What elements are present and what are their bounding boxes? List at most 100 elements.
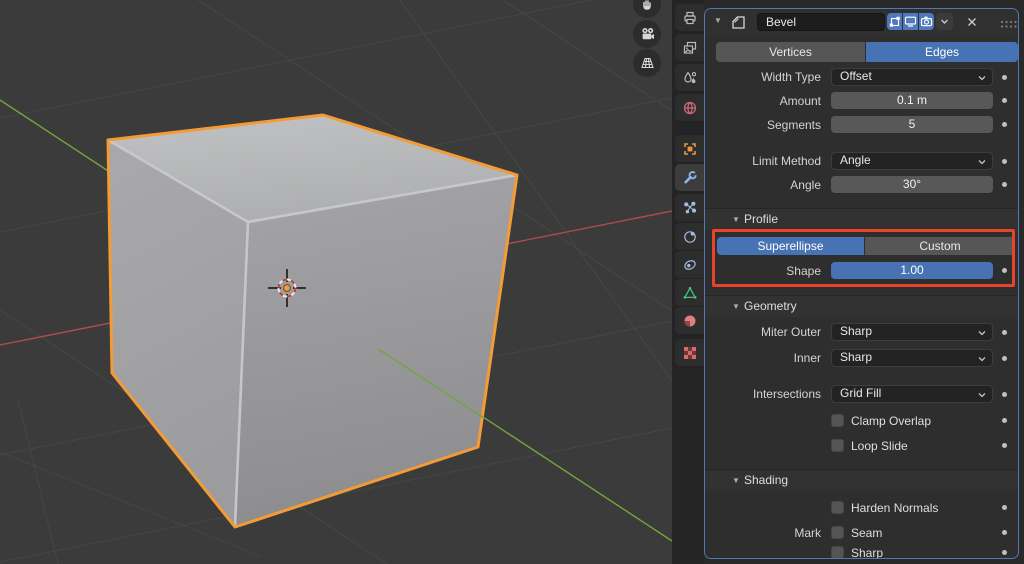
- mark-seam-checkbox[interactable]: [831, 526, 844, 539]
- 3d-viewport[interactable]: [0, 0, 672, 564]
- miter-inner-dropdown[interactable]: Sharp: [831, 349, 993, 367]
- clamp-overlap-checkbox[interactable]: [831, 414, 844, 427]
- miter-inner-label: Inner: [793, 351, 821, 365]
- movie-camera-icon: [641, 28, 654, 40]
- particle-nodes-icon: [683, 201, 696, 213]
- cube-object[interactable]: [106, 113, 519, 529]
- tab-view-layer-properties[interactable]: [675, 34, 704, 61]
- tab-object-data-properties[interactable]: [675, 279, 704, 306]
- camera-view-gizmo[interactable]: [633, 20, 661, 48]
- miter-outer-dropdown[interactable]: Sharp: [831, 323, 993, 341]
- tab-material-properties[interactable]: [675, 307, 704, 334]
- bevel-modifier-icon: [732, 16, 745, 29]
- tab-object-properties[interactable]: [675, 135, 704, 162]
- tab-particle-properties[interactable]: [675, 194, 704, 221]
- loop-slide-row: Loop Slide: [831, 437, 993, 454]
- shading-section-title: Shading: [744, 473, 789, 487]
- animate-dot[interactable]: [1002, 98, 1007, 103]
- loop-slide-checkbox[interactable]: [831, 439, 844, 452]
- tab-texture-properties[interactable]: [675, 339, 704, 366]
- hand-icon: [643, 0, 651, 10]
- shading-section-header[interactable]: ▼ Shading: [705, 469, 1018, 491]
- animate-dot[interactable]: [1002, 158, 1007, 164]
- render-camera-icon: [920, 16, 933, 27]
- close-icon: [968, 18, 976, 26]
- blender-window: ▼ Bevel Vertices Edges Width Type Offset…: [0, 0, 1024, 564]
- mark-sharp-row: Sharp: [831, 544, 993, 558]
- animate-dot[interactable]: [1002, 418, 1007, 423]
- geometry-section-header[interactable]: ▼ Geometry: [705, 295, 1018, 317]
- collapse-panel-icon[interactable]: ▼: [714, 16, 722, 25]
- realtime-display-toggle[interactable]: [903, 13, 918, 30]
- segments-field[interactable]: 5: [831, 116, 993, 133]
- limit-method-label: Limit Method: [752, 154, 821, 168]
- bevel-modifier-panel: ▼ Bevel Vertices Edges Width Type Offset…: [704, 8, 1019, 559]
- animate-dot[interactable]: [1002, 530, 1007, 535]
- edit-mode-display-toggle[interactable]: [887, 13, 902, 30]
- remove-modifier-button[interactable]: [965, 15, 979, 29]
- monitor-icon: [904, 16, 917, 27]
- limit-method-dropdown[interactable]: Angle: [831, 152, 993, 170]
- animate-dot[interactable]: [1002, 182, 1007, 187]
- animate-dot[interactable]: [1002, 74, 1007, 80]
- animate-dot[interactable]: [1002, 355, 1007, 361]
- tab-world-properties[interactable]: [675, 94, 704, 121]
- affect-edges-button[interactable]: Edges: [866, 42, 1018, 62]
- profile-custom-button[interactable]: Custom: [865, 237, 1015, 255]
- animate-dot[interactable]: [1002, 505, 1007, 510]
- animate-dot[interactable]: [1002, 329, 1007, 335]
- shape-label: Shape: [786, 264, 821, 278]
- angle-field[interactable]: 30°: [831, 176, 993, 193]
- grid-floor-gizmo[interactable]: [633, 49, 661, 77]
- mark-label: Mark: [794, 526, 821, 540]
- harden-normals-checkbox[interactable]: [831, 501, 844, 514]
- green-triangle-icon: [683, 286, 696, 299]
- width-type-label: Width Type: [761, 70, 821, 84]
- profile-section-header[interactable]: ▼ Profile: [705, 208, 1018, 230]
- tab-modifier-properties[interactable]: [675, 164, 704, 191]
- amount-field[interactable]: 0.1 m: [831, 92, 993, 109]
- modifier-header: ▼ Bevel: [705, 9, 1018, 36]
- affect-vertices-button[interactable]: Vertices: [716, 42, 865, 62]
- affect-segmented-control: Vertices Edges: [716, 42, 1018, 62]
- render-display-toggle[interactable]: [919, 13, 934, 30]
- edit-mode-icon: [889, 16, 900, 27]
- shaded-sphere-icon: [684, 315, 695, 326]
- animate-dot[interactable]: [1002, 268, 1007, 273]
- chevron-down-icon: [978, 356, 986, 361]
- angle-label: Angle: [790, 178, 821, 192]
- intersections-dropdown[interactable]: Grid Fill: [831, 385, 993, 403]
- globe-icon: [683, 101, 696, 114]
- chevron-down-icon: [978, 330, 986, 335]
- width-type-dropdown[interactable]: Offset: [831, 68, 993, 86]
- amount-label: Amount: [779, 94, 821, 108]
- wrench-icon: [683, 170, 697, 183]
- grid-icon: [640, 57, 654, 69]
- segments-label: Segments: [766, 118, 821, 132]
- tab-scene-properties[interactable]: [675, 64, 704, 91]
- object-origin-dot: [283, 284, 291, 292]
- animate-dot[interactable]: [1002, 391, 1007, 397]
- profile-superellipse-button[interactable]: Superellipse: [717, 237, 864, 255]
- animate-dot[interactable]: [1002, 443, 1007, 448]
- orbit-icon: [683, 230, 696, 243]
- tab-constraint-properties[interactable]: [675, 251, 704, 278]
- animate-dot[interactable]: [1002, 550, 1007, 555]
- modifier-name-input[interactable]: Bevel: [757, 13, 885, 31]
- shape-slider[interactable]: 1.00: [831, 262, 993, 279]
- mark-sharp-checkbox[interactable]: [831, 546, 844, 558]
- orange-brackets-icon: [683, 142, 696, 155]
- chevron-down-icon: [978, 392, 986, 397]
- chevron-down-icon: [941, 19, 948, 24]
- harden-normals-row: Harden Normals: [831, 499, 993, 516]
- clamp-icon: [683, 259, 696, 270]
- drag-handle-icon[interactable]: [1000, 19, 1018, 29]
- modifier-extras-button[interactable]: [936, 13, 953, 30]
- animate-dot[interactable]: [1002, 122, 1007, 127]
- tab-physics-properties[interactable]: [675, 223, 704, 250]
- tab-output-properties[interactable]: [675, 4, 704, 31]
- collapse-section-icon: ▼: [732, 302, 740, 311]
- intersections-label: Intersections: [752, 387, 821, 401]
- printer-icon: [683, 11, 696, 24]
- mark-seam-row: Seam: [831, 524, 993, 541]
